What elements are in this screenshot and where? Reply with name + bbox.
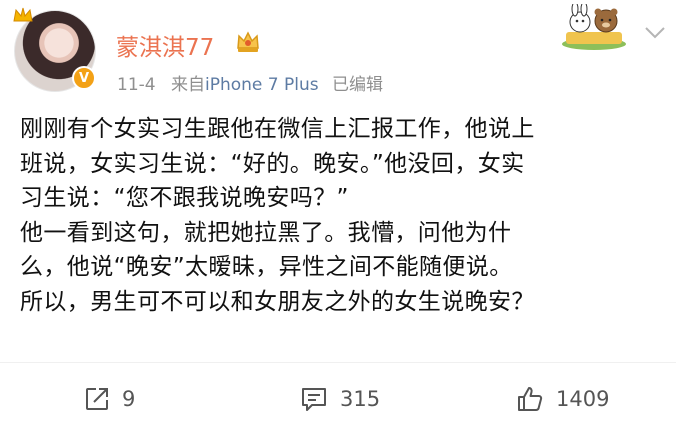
v-verified-icon: V xyxy=(72,66,96,90)
avatar-container[interactable]: V xyxy=(13,7,96,92)
post-line: 他一看到这句，就把她拉黑了。我懵，问他为什 xyxy=(20,219,512,246)
like-count: 1409 xyxy=(556,387,610,411)
source-prefix: 来自 xyxy=(171,75,205,95)
post-line: 习生说：“您不跟我说晚安吗？” xyxy=(20,185,349,211)
post-line: 刚刚有个女实习生跟他在微信上汇报工作，他说上 xyxy=(20,116,535,142)
edited-label[interactable]: 已编辑 xyxy=(332,75,383,95)
comment-count: 315 xyxy=(340,387,381,411)
post-text: 刚刚有个女实习生跟他在微信上汇报工作，他说上 班说，女实习生说：“好的。晚安。”… xyxy=(20,112,660,319)
repost-icon xyxy=(86,388,108,410)
comment-button[interactable]: 315 xyxy=(300,382,380,416)
repost-button[interactable]: 9 xyxy=(84,382,135,416)
like-button[interactable]: 1409 xyxy=(516,382,609,416)
post-line: 所以，男生可不可以和女朋友之外的女生说晚安？ xyxy=(20,288,535,315)
thumbs-up-icon xyxy=(518,387,543,411)
device-link[interactable]: iPhone 7 Plus xyxy=(205,75,319,95)
post-line: 么，他说“晚安”太暧昧，异性之间不能随便说。 xyxy=(20,254,513,280)
username[interactable]: 蒙淇淇77 xyxy=(116,28,214,62)
repost-count: 9 xyxy=(122,387,136,411)
comment-icon xyxy=(302,388,326,411)
post-meta: 11-4 来自iPhone 7 Plus 已编辑 xyxy=(117,70,383,95)
post-line: 班说，女实习生说：“好的。晚安。”他没回，女实 xyxy=(20,150,525,177)
crown-icon xyxy=(13,7,33,22)
chevron-down-icon[interactable] xyxy=(644,26,666,40)
bunny-bear-sticker-icon xyxy=(562,4,626,50)
post-date: 11-4 xyxy=(117,75,156,95)
divider xyxy=(0,362,676,363)
vip-crown-icon[interactable] xyxy=(234,30,262,54)
